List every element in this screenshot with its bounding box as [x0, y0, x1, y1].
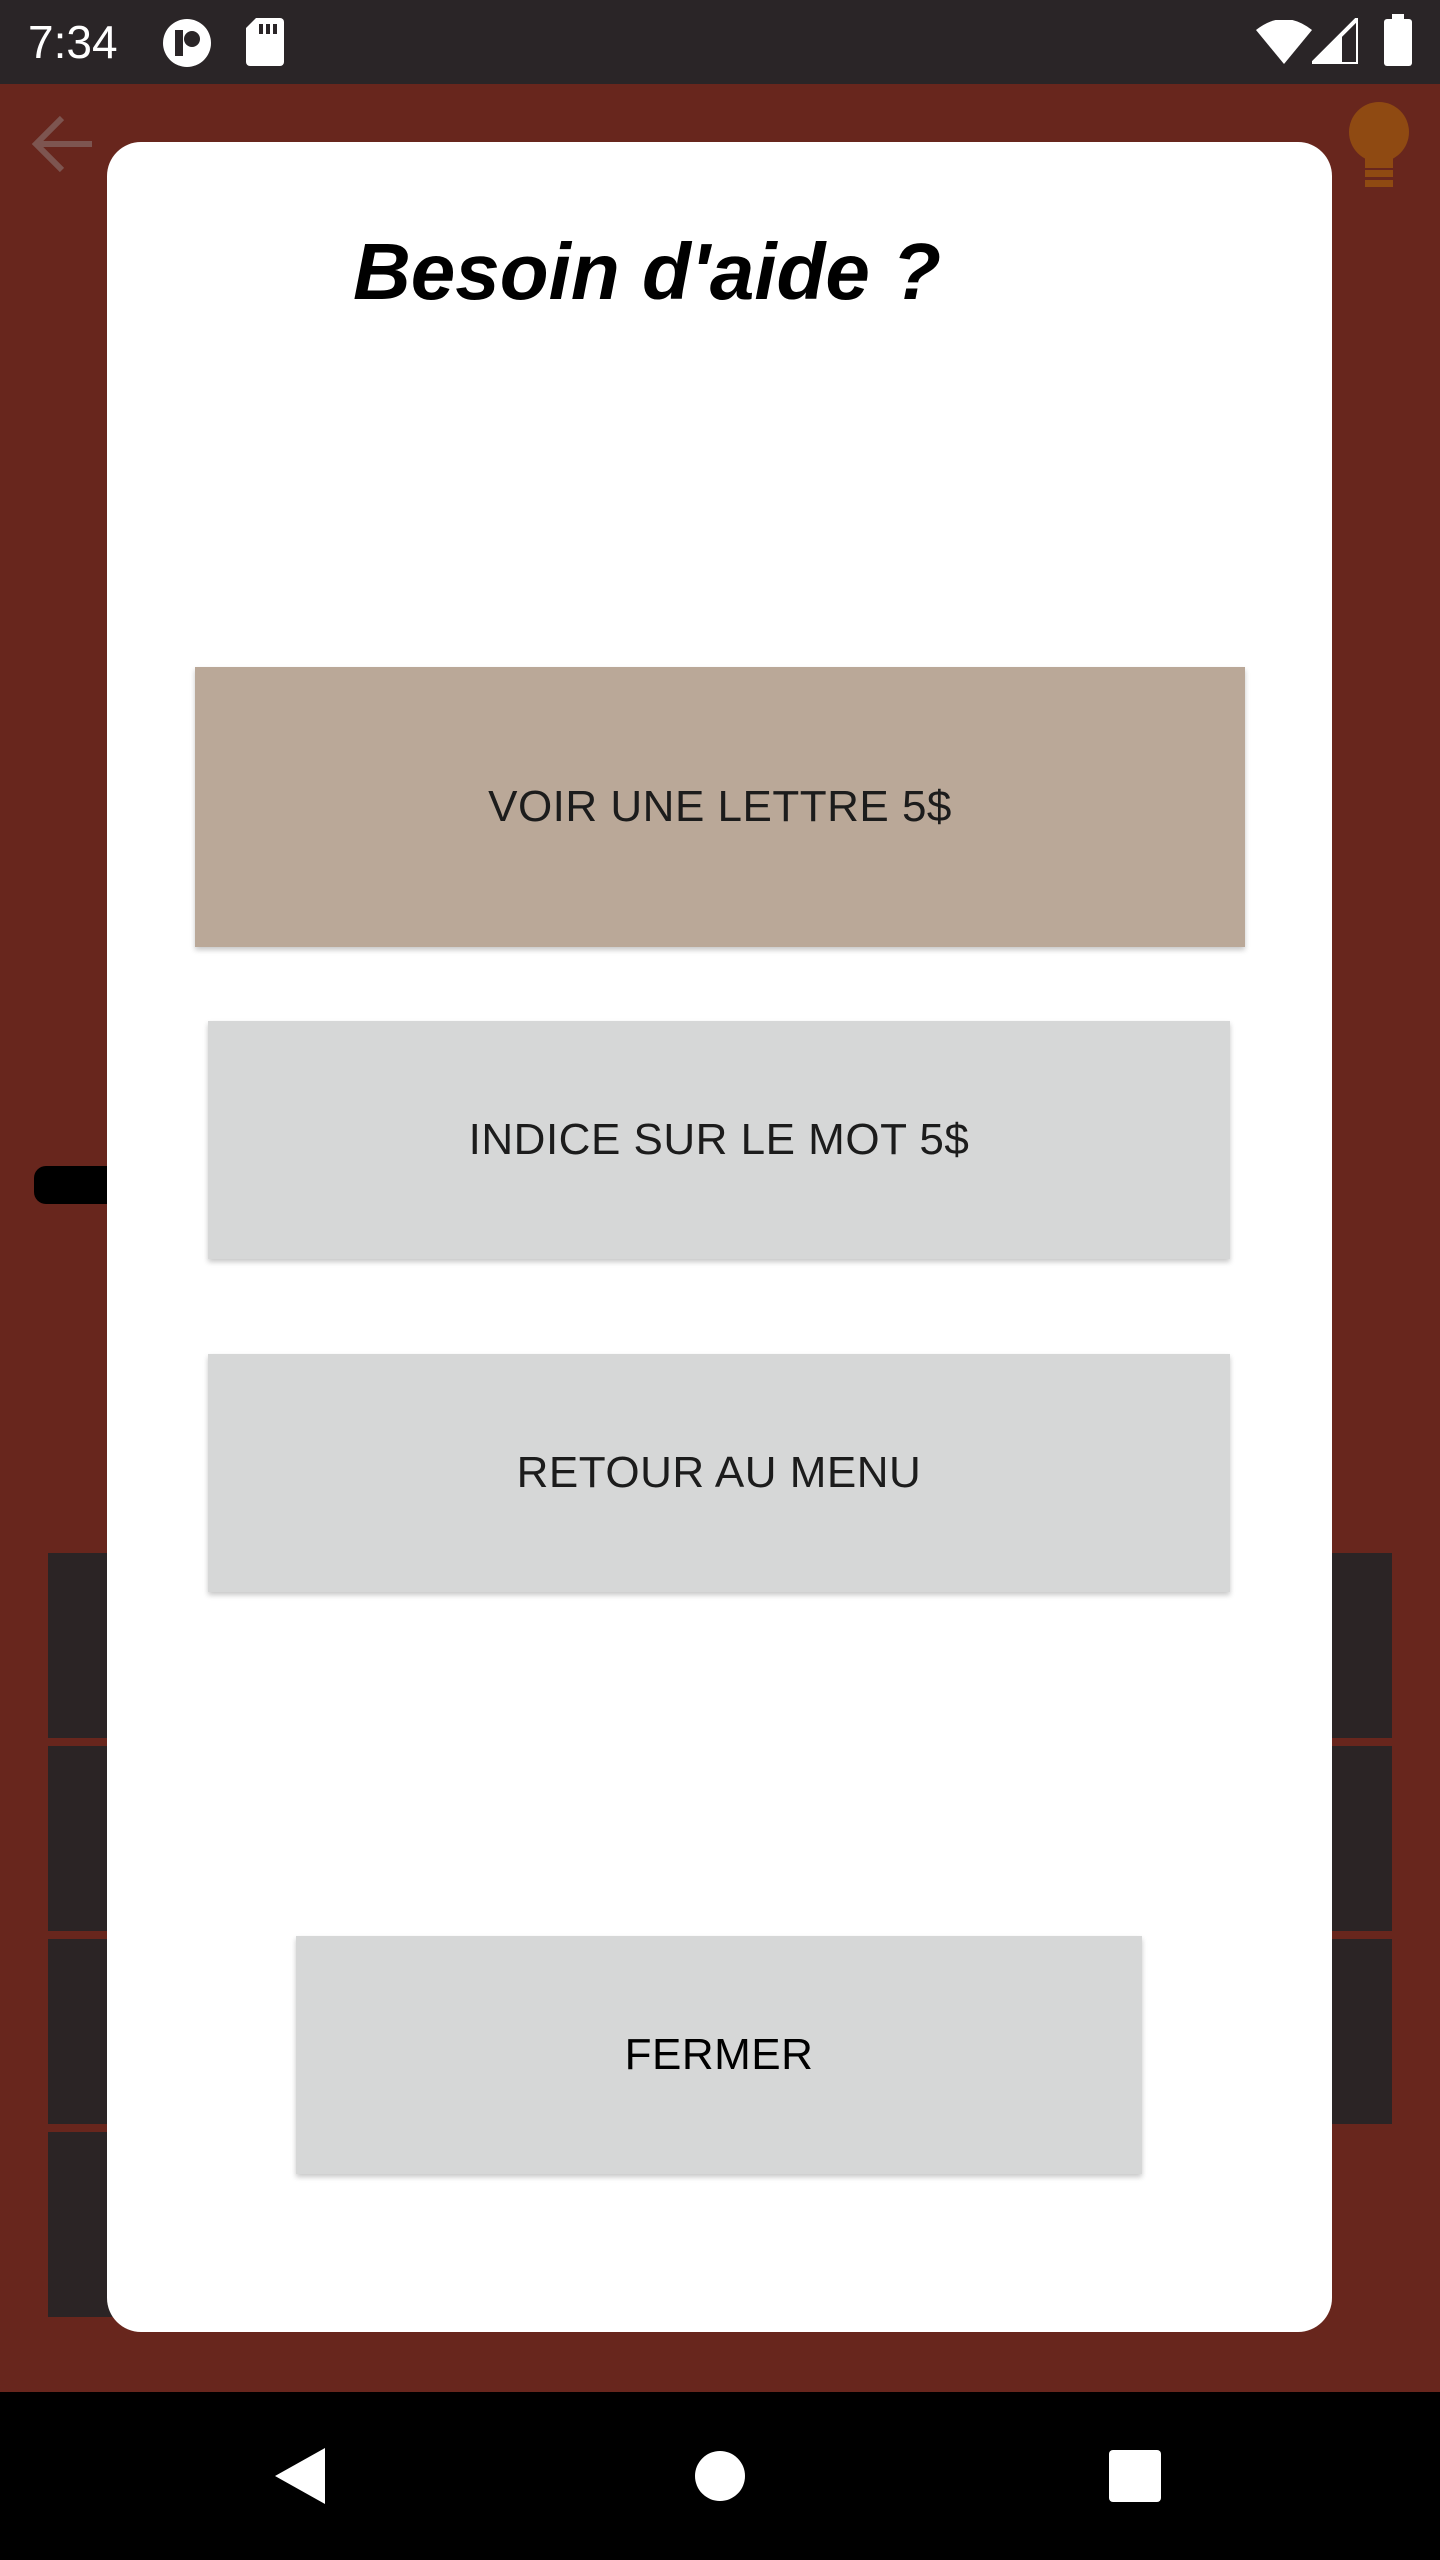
arrow-left-icon[interactable] [28, 112, 98, 181]
lightbulb-icon[interactable] [1344, 100, 1414, 201]
reveal-letter-button[interactable]: VOIR UNE LETTRE 5$ [195, 667, 1245, 947]
help-dialog: Besoin d'aide ? VOIR UNE LETTRE 5$ INDIC… [107, 142, 1332, 2332]
back-triangle-icon[interactable] [250, 2392, 350, 2560]
notification-app-icon [162, 18, 212, 73]
sd-card-icon [246, 18, 284, 71]
dialog-title: Besoin d'aide ? [353, 227, 942, 316]
word-hint-button[interactable]: INDICE SUR LE MOT 5$ [208, 1021, 1230, 1259]
close-button[interactable]: FERMER [296, 1936, 1142, 2174]
back-to-menu-button[interactable]: RETOUR AU MENU [208, 1354, 1230, 1592]
wifi-icon [1256, 19, 1312, 69]
status-time: 7:34 [28, 16, 118, 68]
cell-signal-icon [1307, 13, 1360, 69]
battery-icon [1384, 14, 1412, 71]
navigation-bar [0, 2392, 1440, 2560]
status-bar: 7:34 [0, 0, 1440, 84]
recents-square-icon[interactable] [1085, 2392, 1185, 2560]
home-circle-icon[interactable] [670, 2392, 770, 2560]
